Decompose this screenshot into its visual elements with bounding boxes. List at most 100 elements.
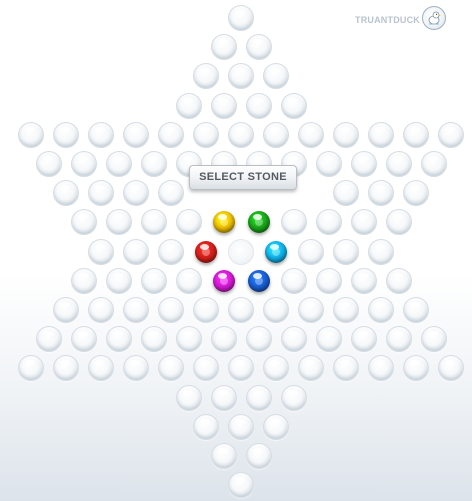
board-hole[interactable] (385, 151, 412, 177)
board-hole[interactable] (228, 297, 254, 323)
board-hole[interactable] (70, 209, 97, 236)
stone-green[interactable] (247, 211, 270, 234)
board-hole[interactable] (123, 180, 149, 207)
board-hole[interactable] (210, 92, 237, 119)
board-hole[interactable] (210, 384, 237, 411)
board-hole[interactable] (280, 209, 307, 236)
board-hole[interactable] (158, 238, 184, 265)
board-hole[interactable] (368, 180, 394, 207)
board-hole[interactable] (403, 297, 429, 323)
board-hole[interactable] (88, 180, 114, 207)
board-hole[interactable] (403, 180, 429, 207)
board-hole[interactable] (175, 384, 202, 411)
board-hole[interactable] (123, 297, 149, 323)
board-hole[interactable] (403, 355, 429, 382)
board-hole[interactable] (368, 355, 394, 382)
board-hole[interactable] (123, 355, 149, 382)
board-hole[interactable] (228, 413, 254, 440)
board-hole[interactable] (53, 355, 79, 382)
board-hole[interactable] (245, 34, 272, 61)
board-hole[interactable] (368, 238, 394, 265)
board-hole[interactable] (53, 297, 79, 323)
board-hole[interactable] (18, 121, 44, 148)
board-hole[interactable] (193, 63, 219, 90)
board-hole[interactable] (368, 121, 394, 148)
stone-blue[interactable] (247, 269, 270, 292)
board-hole[interactable] (333, 121, 359, 148)
board-hole[interactable] (298, 238, 324, 265)
board-hole[interactable] (298, 121, 324, 148)
board-hole[interactable] (88, 297, 114, 323)
board-hole[interactable] (105, 209, 132, 236)
board-hole[interactable] (70, 326, 97, 353)
board-hole[interactable] (70, 151, 97, 177)
board-hole[interactable] (280, 92, 307, 119)
board-hole[interactable] (228, 5, 254, 31)
board-hole[interactable] (350, 209, 377, 236)
board-hole[interactable] (140, 267, 167, 294)
board-hole[interactable] (245, 326, 272, 353)
board-hole[interactable] (263, 63, 289, 90)
board-hole[interactable] (123, 238, 149, 265)
board-hole[interactable] (350, 326, 377, 353)
board-hole[interactable] (140, 151, 167, 177)
board-hole[interactable] (70, 267, 97, 294)
board-hole[interactable] (315, 267, 342, 294)
stone-red[interactable] (195, 240, 217, 263)
board-hole[interactable] (333, 238, 359, 265)
board-hole[interactable] (140, 209, 167, 236)
board-hole[interactable] (263, 355, 289, 382)
board-hole[interactable] (158, 355, 184, 382)
duck-logo-icon[interactable] (422, 6, 446, 30)
board-hole[interactable] (385, 267, 412, 294)
board-hole[interactable] (298, 355, 324, 382)
board-hole[interactable] (35, 151, 62, 177)
board-hole[interactable] (280, 267, 307, 294)
board-hole[interactable] (175, 209, 202, 236)
board-hole[interactable] (140, 326, 167, 353)
board-hole[interactable] (350, 151, 377, 177)
board-hole[interactable] (35, 326, 62, 353)
board-hole[interactable] (158, 180, 184, 207)
board-hole[interactable] (105, 267, 132, 294)
board-hole[interactable] (350, 267, 377, 294)
board-hole[interactable] (280, 326, 307, 353)
board-hole[interactable] (193, 413, 219, 440)
board-hole[interactable] (53, 121, 79, 148)
board-hole[interactable] (18, 355, 44, 382)
board-hole[interactable] (228, 121, 254, 148)
board-hole[interactable] (263, 297, 289, 323)
select-stone-button[interactable]: SELECT STONE (189, 165, 297, 190)
board-hole[interactable] (158, 121, 184, 148)
board-hole[interactable] (315, 151, 342, 177)
board-hole[interactable] (228, 472, 254, 499)
board-hole[interactable] (228, 355, 254, 382)
board-hole[interactable] (210, 34, 237, 61)
board-hole[interactable] (403, 121, 429, 148)
board-hole[interactable] (438, 121, 464, 148)
board-hole[interactable] (193, 297, 219, 323)
board-hole[interactable] (105, 326, 132, 353)
board-hole[interactable] (123, 121, 149, 148)
board-hole[interactable] (333, 180, 359, 207)
board-hole[interactable] (88, 355, 114, 382)
board-hole[interactable] (158, 297, 184, 323)
stone-cyan[interactable] (265, 240, 287, 263)
stone-magenta[interactable] (212, 269, 235, 292)
board-hole[interactable] (385, 326, 412, 353)
board-hole[interactable] (245, 384, 272, 411)
board-hole[interactable] (315, 209, 342, 236)
board-hole[interactable] (193, 121, 219, 148)
board-hole[interactable] (210, 326, 237, 353)
board-hole-center[interactable] (228, 238, 254, 265)
board-hole[interactable] (193, 355, 219, 382)
board-hole[interactable] (438, 355, 464, 382)
board-hole[interactable] (245, 92, 272, 119)
board-hole[interactable] (368, 297, 394, 323)
board-hole[interactable] (315, 326, 342, 353)
board-hole[interactable] (175, 267, 202, 294)
stone-yellow[interactable] (212, 211, 235, 234)
board-hole[interactable] (298, 297, 324, 323)
board-hole[interactable] (420, 151, 447, 177)
board-hole[interactable] (53, 180, 79, 207)
